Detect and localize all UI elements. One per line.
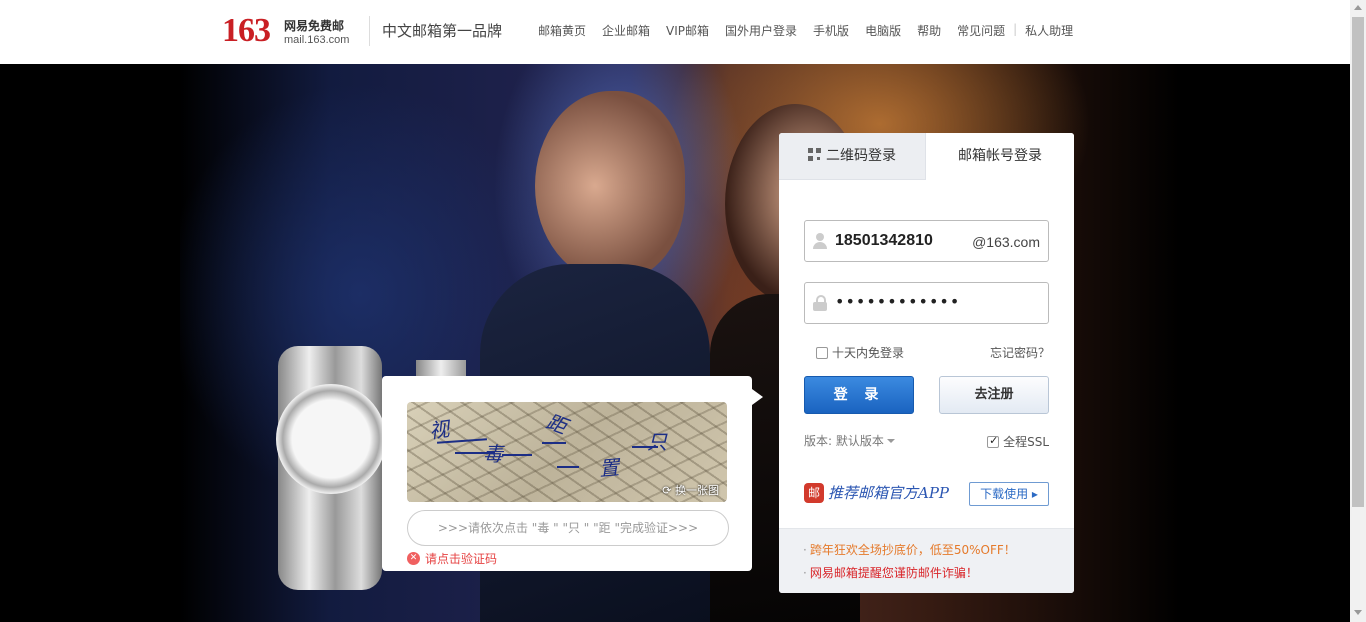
bullet: · (803, 566, 807, 580)
scroll-thumb[interactable] (1352, 17, 1364, 507)
promo-text: 跨年狂欢全场抄底价，低至50%OFF！ (809, 543, 1016, 557)
download-app-button[interactable]: 下载使用 ▸ (969, 482, 1049, 506)
logo-brand-name: 网易免费邮 (284, 19, 345, 33)
captcha-noise-line (557, 466, 579, 468)
login-tabs: 二维码登录 邮箱帐号登录 (779, 133, 1074, 180)
captcha-char[interactable]: 置 (598, 451, 620, 482)
promo-item[interactable]: · 跨年狂欢全场抄底价，低至50%OFF！ (803, 541, 1074, 558)
login-button[interactable]: 登 录 (804, 376, 914, 414)
top-header: 163 网易免费邮 mail.163.com 中文邮箱第一品牌 邮箱黄页 企业邮… (0, 0, 1350, 64)
captcha-noise-line (502, 454, 532, 456)
password-field[interactable]: •••••••••••• (804, 282, 1049, 324)
nav-enterprise-mail[interactable]: 企业邮箱 (602, 22, 650, 39)
vertical-scrollbar[interactable] (1350, 0, 1366, 622)
user-icon (813, 233, 827, 249)
nav-mobile[interactable]: 手机版 (813, 22, 849, 39)
ssl-option[interactable]: 全程SSL (987, 433, 1049, 450)
nav-vip-mail[interactable]: VIP邮箱 (666, 22, 709, 39)
domain-suffix: @163.com (972, 234, 1040, 250)
captcha-instruction-bar[interactable]: >>>请依次点击 "毒 " "只 " "距 "完成验证>>> (407, 510, 729, 546)
tab-qr-label: 二维码登录 (826, 148, 896, 164)
close-icon: ✕ (407, 552, 420, 565)
login-panel: 二维码登录 邮箱帐号登录 18501342810 @163.com ••••••… (779, 133, 1074, 593)
remember-checkbox[interactable] (816, 346, 828, 359)
tab-account-login[interactable]: 邮箱帐号登录 (926, 133, 1074, 180)
bullet: · (803, 543, 807, 557)
advert-watch-face (276, 384, 386, 494)
chevron-down-icon (886, 439, 895, 443)
captcha-popup: 视 毒 距 只 置 ⟳ 换一张图 >>>请依次点击 "毒 " "只 " "距 "… (382, 376, 752, 571)
nav-help[interactable]: 帮助 (917, 22, 941, 39)
refresh-icon: ⟳ (662, 484, 675, 497)
scroll-up-arrow[interactable] (1354, 5, 1362, 10)
captcha-refresh[interactable]: ⟳ 换一张图 (662, 482, 719, 498)
nav-yellow-pages[interactable]: 邮箱黄页 (538, 22, 586, 39)
password-value[interactable]: •••••••••••• (835, 292, 960, 311)
advert-man (535, 91, 685, 281)
captcha-error-text: 请点击验证码 (425, 552, 498, 566)
tab-account-label: 邮箱帐号登录 (958, 148, 1042, 164)
ssl-label: 全程SSL (1003, 435, 1049, 449)
captcha-error: ✕ 请点击验证码 (407, 550, 497, 567)
nav-personal-assistant[interactable]: 私人助理 (1025, 22, 1073, 39)
captcha-noise-line (632, 446, 658, 448)
version-label: 版本: 默认版本 (804, 434, 884, 448)
captcha-char[interactable]: 只 (647, 426, 667, 455)
forgot-password-link[interactable]: 忘记密码？ (990, 344, 1050, 361)
remember-me[interactable]: 十天内免登录 (816, 344, 904, 361)
logo-number: 163 (222, 12, 271, 49)
scroll-down-arrow[interactable] (1354, 610, 1362, 615)
lock-icon (813, 295, 827, 311)
captcha-char[interactable]: 距 (543, 405, 572, 439)
logo-url: mail.163.com (284, 34, 350, 46)
nav-desktop[interactable]: 电脑版 (865, 22, 901, 39)
mail-app-icon: 邮 (804, 483, 824, 503)
promo-list: · 跨年狂欢全场抄底价，低至50%OFF！ · 网易邮箱提醒您谨防邮件诈骗！ (779, 528, 1074, 593)
nav-separator: | (1013, 22, 1018, 36)
app-promo: 邮 推荐邮箱官方APP 下载使用 ▸ (804, 480, 1049, 510)
register-button[interactable]: 去注册 (939, 376, 1049, 414)
remember-label: 十天内免登录 (832, 346, 905, 360)
captcha-popup-arrow (752, 389, 763, 405)
slogan: 中文邮箱第一品牌 (382, 22, 503, 40)
header-divider (369, 16, 370, 46)
qr-code-icon (808, 148, 821, 161)
username-field[interactable]: 18501342810 @163.com (804, 220, 1049, 262)
captcha-refresh-label: 换一张图 (675, 484, 719, 497)
username-value[interactable]: 18501342810 (835, 232, 933, 250)
captcha-noise-line (542, 442, 566, 444)
promo-item[interactable]: · 网易邮箱提醒您谨防邮件诈骗！ (803, 564, 1074, 581)
captcha-char[interactable]: 视 (427, 413, 451, 445)
nav-faq[interactable]: 常见问题 (957, 22, 1005, 39)
ssl-checkbox[interactable] (987, 434, 1000, 448)
top-nav: 邮箱黄页 企业邮箱 VIP邮箱 国外用户登录 手机版 电脑版 帮助 常见问题 |… (538, 22, 1089, 39)
nav-overseas-login[interactable]: 国外用户登录 (725, 22, 797, 39)
tab-qr-login[interactable]: 二维码登录 (779, 133, 926, 180)
promo-text: 网易邮箱提醒您谨防邮件诈骗！ (809, 566, 978, 580)
version-selector[interactable]: 版本: 默认版本 (804, 432, 895, 449)
captcha-noise-line (455, 452, 495, 454)
captcha-image[interactable]: 视 毒 距 只 置 ⟳ 换一张图 (407, 402, 727, 502)
app-promo-text[interactable]: 推荐邮箱官方APP (828, 482, 949, 503)
